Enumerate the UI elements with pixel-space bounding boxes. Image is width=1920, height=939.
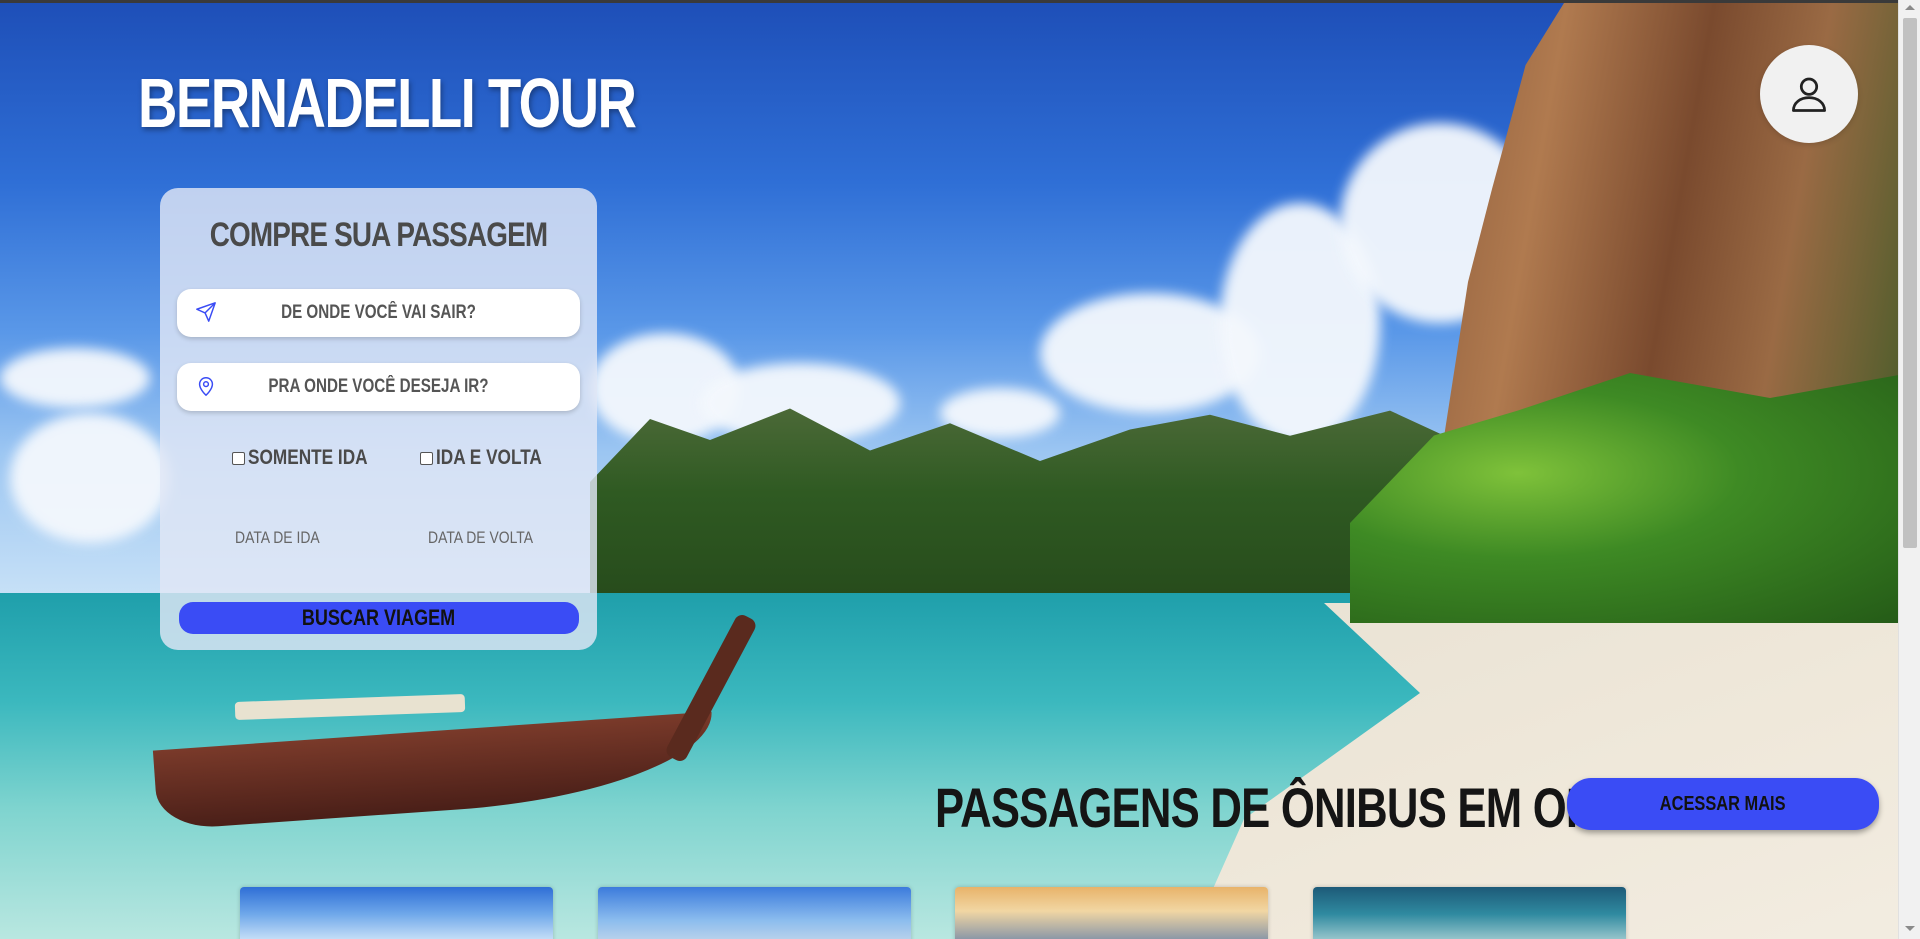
scroll-down-icon[interactable] bbox=[1905, 926, 1915, 931]
offer-card-2[interactable] bbox=[598, 887, 911, 939]
brand-logo-text: BERNADELLI TOUR bbox=[138, 64, 637, 142]
departure-date-field[interactable]: DATA DE IDA bbox=[235, 528, 320, 548]
search-trip-label: BUSCAR VIAGEM bbox=[302, 605, 456, 630]
view-more-button[interactable]: ACESSAR MAIS bbox=[1567, 778, 1879, 830]
search-trip-button[interactable]: BUSCAR VIAGEM bbox=[179, 602, 579, 634]
offer-card-4[interactable] bbox=[1313, 887, 1626, 939]
booking-title: COMPRE SUA PASSAGEM bbox=[209, 216, 548, 254]
round-trip-checkbox[interactable] bbox=[420, 451, 433, 465]
profile-button[interactable] bbox=[1760, 45, 1858, 143]
one-way-label: SOMENTE IDA bbox=[248, 446, 368, 469]
destination-input[interactable]: PRA ONDE VOCÊ DESEJA IR? bbox=[177, 363, 580, 411]
map-pin-icon bbox=[193, 373, 219, 399]
page-scrollbar[interactable] bbox=[1898, 0, 1920, 939]
view-more-label: ACESSAR MAIS bbox=[1660, 792, 1786, 815]
one-way-option[interactable]: SOMENTE IDA bbox=[232, 446, 394, 470]
scroll-thumb[interactable] bbox=[1903, 18, 1917, 548]
booking-form-card: COMPRE SUA PASSAGEM DE ONDE VOCÊ VAI SAI… bbox=[160, 188, 597, 650]
offer-card-3[interactable] bbox=[955, 887, 1268, 939]
scroll-up-icon[interactable] bbox=[1905, 5, 1915, 10]
return-date-field[interactable]: DATA DE VOLTA bbox=[428, 528, 533, 548]
origin-input[interactable]: DE ONDE VOCÊ VAI SAIR? bbox=[177, 289, 580, 337]
offer-card-1[interactable] bbox=[240, 887, 553, 939]
destination-placeholder: PRA ONDE VOCÊ DESEJA IR? bbox=[268, 376, 489, 397]
one-way-checkbox[interactable] bbox=[232, 451, 245, 465]
origin-placeholder: DE ONDE VOCÊ VAI SAIR? bbox=[281, 302, 476, 323]
round-trip-option[interactable]: IDA E VOLTA bbox=[420, 446, 565, 470]
send-icon bbox=[193, 299, 219, 325]
user-icon bbox=[1792, 77, 1826, 112]
page-viewport: BERNADELLI TOUR COMPRE SUA PASSAGEM DE O… bbox=[0, 0, 1898, 939]
round-trip-label: IDA E VOLTA bbox=[436, 446, 542, 469]
